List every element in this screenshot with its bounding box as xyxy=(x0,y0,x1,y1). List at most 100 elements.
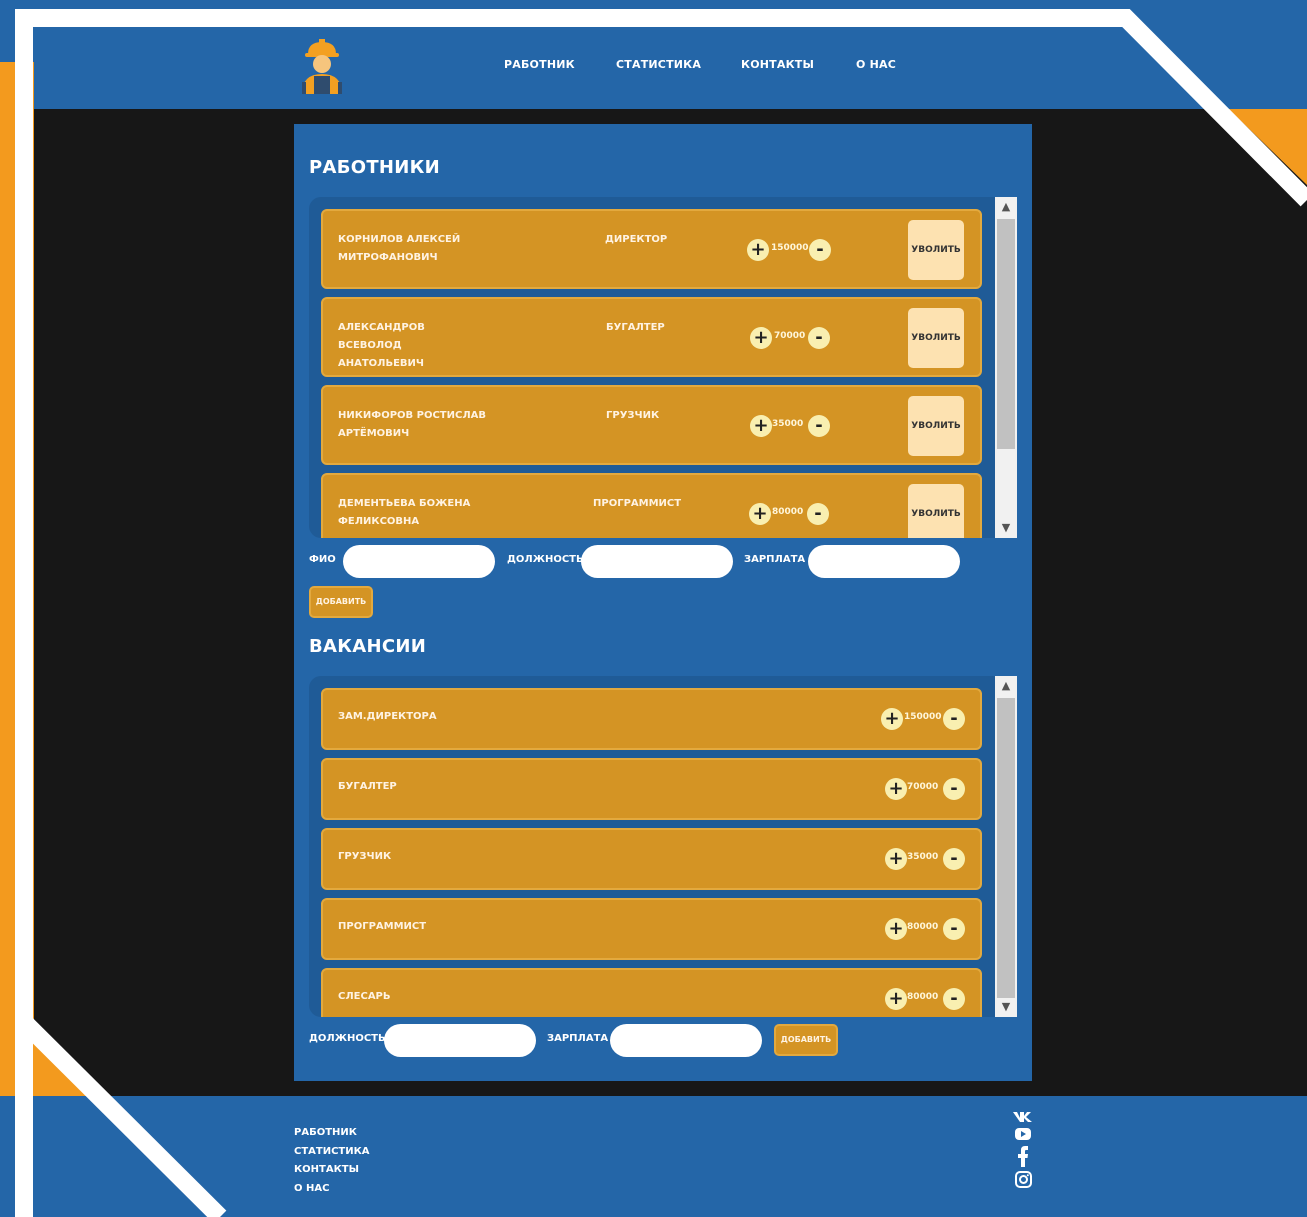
nav-link-worker[interactable]: работник xyxy=(504,58,575,71)
vacancy-position-input[interactable] xyxy=(384,1024,536,1057)
worker-row: никифоров ростислав артёмович грузчик + … xyxy=(321,385,982,465)
decrease-salary-button[interactable]: - xyxy=(943,778,965,800)
vacancy-name: бугалтер xyxy=(338,781,397,792)
worker-logo-icon[interactable] xyxy=(294,38,350,94)
worker-role: бугалтер xyxy=(606,322,665,333)
fio-input[interactable] xyxy=(343,545,495,578)
increase-salary-button[interactable]: + xyxy=(747,239,769,261)
salary-value: 80000 xyxy=(907,992,939,1002)
increase-salary-button[interactable]: + xyxy=(749,503,771,525)
increase-salary-button[interactable]: + xyxy=(885,848,907,870)
footer: работник статистика контакты о нас xyxy=(0,1096,1307,1217)
decrease-salary-button[interactable]: - xyxy=(809,239,831,261)
position-input[interactable] xyxy=(581,545,733,578)
footer-links: работник статистика контакты о нас xyxy=(294,1124,370,1198)
salary-stepper: + 150000 - xyxy=(747,239,831,261)
salary-value: 70000 xyxy=(774,331,806,341)
increase-salary-button[interactable]: + xyxy=(881,708,903,730)
salary-value: 150000 xyxy=(904,712,942,722)
salary-value: 150000 xyxy=(771,243,809,253)
vacancy-row: зам.директора + 150000 - xyxy=(321,688,982,750)
workers-list[interactable]: корнилов алексей митрофанович директор +… xyxy=(309,197,1017,538)
scroll-up-icon[interactable]: ▲ xyxy=(995,676,1017,696)
vacancy-name: грузчик xyxy=(338,851,392,862)
decrease-salary-button[interactable]: - xyxy=(943,848,965,870)
salary-stepper: + 80000 - xyxy=(885,918,969,940)
salary-stepper: + 80000 - xyxy=(749,503,833,525)
increase-salary-button[interactable]: + xyxy=(750,415,772,437)
instagram-icon[interactable] xyxy=(1011,1171,1035,1189)
vacancy-row: бугалтер + 70000 - xyxy=(321,758,982,820)
worker-role: программист xyxy=(593,498,682,509)
fio-label: фио xyxy=(309,554,336,565)
increase-salary-button[interactable]: + xyxy=(750,327,772,349)
vacancy-name: слесарь xyxy=(338,991,391,1002)
nav-link-contacts[interactable]: контакты xyxy=(741,58,814,71)
salary-stepper: + 70000 - xyxy=(885,778,969,800)
worker-name: никифоров ростислав артёмович xyxy=(338,410,486,439)
social-links xyxy=(1011,1110,1037,1192)
scroll-thumb[interactable] xyxy=(997,219,1015,449)
workers-title: работники xyxy=(309,157,441,178)
decrease-salary-button[interactable]: - xyxy=(807,503,829,525)
footer-link-worker[interactable]: работник xyxy=(294,1124,370,1143)
salary-value: 80000 xyxy=(907,922,939,932)
vacancy-salary-label: зарплата xyxy=(547,1033,609,1044)
increase-salary-button[interactable]: + xyxy=(885,778,907,800)
salary-value: 80000 xyxy=(772,507,804,517)
add-vacancy-button[interactable]: добавить xyxy=(774,1024,838,1056)
salary-label: зарплата xyxy=(744,554,806,565)
vk-icon[interactable] xyxy=(1011,1110,1035,1124)
salary-stepper: + 80000 - xyxy=(885,988,969,1010)
vacancy-salary-input[interactable] xyxy=(610,1024,762,1057)
scroll-up-icon[interactable]: ▲ xyxy=(995,197,1017,217)
salary-value: 35000 xyxy=(907,852,939,862)
worker-name: корнилов алексей митрофанович xyxy=(338,234,461,263)
vacancy-row: программист + 80000 - xyxy=(321,898,982,960)
fire-button[interactable]: уволить xyxy=(908,220,964,280)
decrease-salary-button[interactable]: - xyxy=(943,988,965,1010)
worker-role: грузчик xyxy=(606,410,660,421)
scroll-down-icon[interactable]: ▼ xyxy=(995,518,1017,538)
increase-salary-button[interactable]: + xyxy=(885,918,907,940)
decrease-salary-button[interactable]: - xyxy=(943,708,965,730)
footer-link-contacts[interactable]: контакты xyxy=(294,1161,370,1180)
position-label: должность xyxy=(507,554,584,565)
salary-stepper: + 70000 - xyxy=(750,327,834,349)
add-worker-button[interactable]: добавить xyxy=(309,586,373,618)
vacancy-name: программист xyxy=(338,921,427,932)
increase-salary-button[interactable]: + xyxy=(885,988,907,1010)
vacancies-scrollbar[interactable]: ▲ ▼ xyxy=(995,676,1017,1017)
worker-row: александров всеволод анатольевич бугалте… xyxy=(321,297,982,377)
salary-value: 35000 xyxy=(772,419,804,429)
top-header: работник статистика контакты о нас xyxy=(34,26,1307,109)
vacancy-row: грузчик + 35000 - xyxy=(321,828,982,890)
workers-scrollbar[interactable]: ▲ ▼ xyxy=(995,197,1017,538)
fire-button[interactable]: уволить xyxy=(908,308,964,368)
footer-link-statistics[interactable]: статистика xyxy=(294,1143,370,1162)
salary-stepper: + 150000 - xyxy=(881,708,969,730)
vacancies-title: вакансии xyxy=(309,636,427,657)
youtube-icon[interactable] xyxy=(1011,1127,1035,1141)
nav-link-about[interactable]: о нас xyxy=(856,58,896,71)
fire-button[interactable]: уволить xyxy=(908,396,964,456)
vacancy-row: слесарь + 80000 - xyxy=(321,968,982,1017)
scroll-thumb[interactable] xyxy=(997,698,1015,998)
salary-input[interactable] xyxy=(808,545,960,578)
vacancy-name: зам.директора xyxy=(338,711,437,722)
decrease-salary-button[interactable]: - xyxy=(808,415,830,437)
salary-stepper: + 35000 - xyxy=(885,848,969,870)
footer-link-about[interactable]: о нас xyxy=(294,1180,370,1199)
decrease-salary-button[interactable]: - xyxy=(943,918,965,940)
decrease-salary-button[interactable]: - xyxy=(808,327,830,349)
scroll-down-icon[interactable]: ▼ xyxy=(995,997,1017,1017)
worker-name: александров всеволод анатольевич xyxy=(338,322,425,369)
vacancies-list[interactable]: зам.директора + 150000 - бугалтер + 7000… xyxy=(309,676,1017,1017)
vacancy-position-label: должность xyxy=(309,1033,386,1044)
main-panel: работники корнилов алексей митрофанович … xyxy=(294,124,1032,1081)
salary-stepper: + 35000 - xyxy=(750,415,834,437)
fire-button[interactable]: уволить xyxy=(908,484,964,538)
worker-row: корнилов алексей митрофанович директор +… xyxy=(321,209,982,289)
nav-link-statistics[interactable]: статистика xyxy=(616,58,701,71)
facebook-icon[interactable] xyxy=(1011,1144,1035,1168)
